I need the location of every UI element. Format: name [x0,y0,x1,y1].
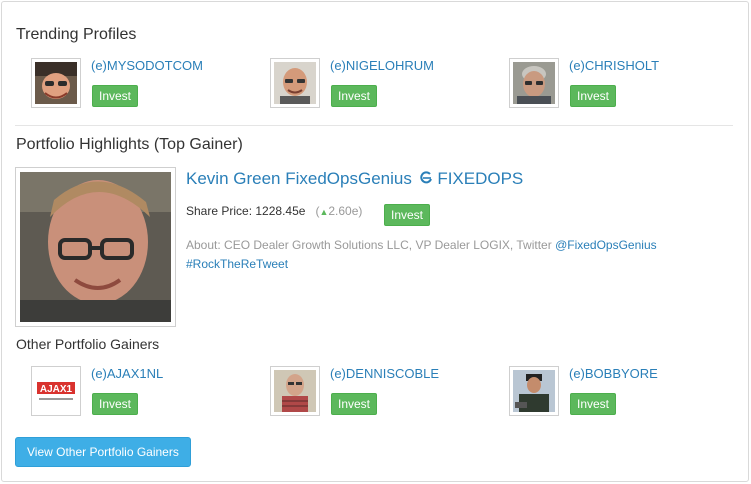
invest-button[interactable]: Invest [331,393,378,415]
avatar-photo [513,62,555,104]
svg-text:AJAX1: AJAX1 [40,384,73,395]
avatar-photo [35,62,77,104]
profile-handle-link[interactable]: (e)AJAX1NL [91,366,163,381]
trending-profile-2: (e)NIGELOHRUM Invest [270,58,500,114]
share-price-value: 1228.45e [255,204,306,218]
profile-avatar[interactable] [31,58,81,108]
top-gainer-name: Kevin Green FixedOpsGenius [186,169,412,188]
top-gainer-avatar[interactable] [15,167,176,327]
invest-button[interactable]: Invest [570,393,617,415]
share-price-label: Share Price: [186,204,253,218]
profile-handle-link[interactable]: (e)DENNISCOBLE [330,366,439,381]
price-change-value: 2.60e [328,204,359,218]
other-gainer-1: AJAX1 (e)AJAX1NL Invest [31,366,261,422]
top-gainer-symbol: FIXEDOPS [437,169,524,188]
trending-title: Trending Profiles [16,26,137,43]
price-change: (▲2.60e) [308,204,363,218]
invest-button[interactable]: Invest [331,85,378,107]
about-text: About: CEO Dealer Growth Solutions LLC, … [186,238,552,252]
other-gainer-3: (e)BOBBYORE Invest [509,366,739,422]
highlights-title: Portfolio Highlights (Top Gainer) [16,136,243,153]
top-gainer-about: About: CEO Dealer Growth Solutions LLC, … [186,236,716,274]
avatar-photo [513,370,555,412]
profile-handle-link[interactable]: (e)MYSODOTCOM [91,58,203,73]
profile-avatar[interactable]: AJAX1 [31,366,81,416]
trending-profile-3: (e)CHRISHOLT Invest [509,58,739,114]
share-price-row: Share Price: 1228.45e (▲2.60e) [186,204,362,218]
profile-avatar[interactable] [270,366,320,416]
view-other-gainers-button[interactable]: View Other Portfolio Gainers [15,437,191,467]
profile-handle-link[interactable]: (e)CHRISHOLT [569,58,659,73]
top-gainer-name-link[interactable]: Kevin Green FixedOpsGenius FIXEDOPS [186,169,523,189]
trending-profile-1: (e)MYSODOTCOM Invest [31,58,261,114]
avatar-photo [274,370,316,412]
section-divider [15,125,733,126]
other-gainer-2: (e)DENNISCOBLE Invest [270,366,500,422]
invest-button[interactable]: Invest [92,85,139,107]
profile-handle-link[interactable]: (e)BOBBYORE [569,366,658,381]
ajax-logo: AJAX1 [35,370,77,412]
profile-handle-link[interactable]: (e)NIGELOHRUM [330,58,434,73]
stock-symbol-icon [417,169,438,188]
other-gainers-title: Other Portfolio Gainers [16,336,160,352]
hashtag-link[interactable]: #RockTheReTweet [186,257,288,271]
profile-avatar[interactable] [509,366,559,416]
invest-button[interactable]: Invest [570,85,617,107]
twitter-handle-link[interactable]: @FixedOpsGenius [555,238,657,252]
profile-avatar[interactable] [509,58,559,108]
profile-avatar[interactable] [270,58,320,108]
avatar-photo [274,62,316,104]
top-gainer-invest-button[interactable]: Invest [384,204,431,226]
avatar-photo [20,172,171,322]
invest-button[interactable]: Invest [92,393,139,415]
